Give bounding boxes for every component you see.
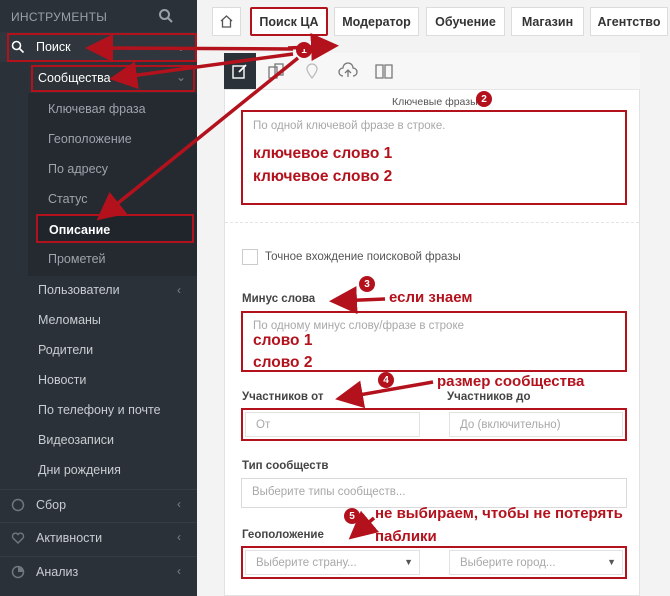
sidebar-item-collect[interactable]: Сбор ‹ — [0, 489, 197, 519]
cloud-upload-icon — [338, 62, 358, 77]
collect-icon — [11, 498, 25, 512]
annotation-number-5: 5 — [344, 508, 360, 524]
annotation-number-3: 3 — [359, 276, 375, 292]
divider — [225, 222, 639, 223]
keyword-line-2: ключевое слово 2 — [253, 168, 393, 185]
keywords-placeholder: По одной ключевой фразе в строке. — [253, 120, 446, 132]
search-icon[interactable] — [158, 8, 174, 24]
sidebar-item-description[interactable]: Описание — [36, 214, 194, 243]
country-placeholder: Выберите страну... — [256, 557, 357, 569]
members-from-label: Участников от — [242, 391, 324, 403]
sidebar-item-news[interactable]: Новости — [38, 373, 86, 387]
chevron-left-icon: ‹ — [177, 283, 181, 297]
copy-button[interactable] — [260, 53, 292, 89]
sidebar-item-videos[interactable]: Видеозаписи — [38, 433, 114, 447]
sidebar-title: ИНСТРУМЕНТЫ — [11, 10, 108, 24]
highlight-box — [7, 33, 197, 62]
sidebar-item-label: Описание — [49, 223, 111, 237]
keyword-line-1: ключевое слово 1 — [253, 145, 393, 162]
country-select[interactable]: Выберите страну... ▼ — [245, 550, 420, 575]
annotation-dont-select-line-1: не выбираем, чтобы не потерять — [375, 505, 623, 522]
sidebar: ИНСТРУМЕНТЫ Поиск ⌄ Сообщества ⌄ Ключева… — [0, 0, 197, 596]
upload-button[interactable] — [332, 53, 364, 89]
sidebar-item-phone-email[interactable]: По телефону и почте — [38, 403, 161, 417]
annotation-number-1: 1 — [296, 42, 312, 58]
tab-shop[interactable]: Магазин — [511, 7, 584, 36]
members-from-input[interactable]: От — [245, 412, 420, 437]
sidebar-item-analysis[interactable]: Анализ ‹ — [0, 556, 197, 586]
chart-icon — [11, 565, 25, 579]
members-to-input[interactable]: До (включительно) — [449, 412, 623, 437]
annotation-if-known: если знаем — [389, 289, 473, 306]
copy-icon — [268, 63, 284, 79]
minus-word-line-2: слово 2 — [253, 354, 313, 371]
members-to-placeholder: До (включительно) — [460, 419, 561, 431]
city-placeholder: Выберите город... — [460, 557, 556, 569]
sidebar-item-keyphrase[interactable]: Ключевая фраза — [48, 102, 146, 116]
sidebar-item-label: Сбор — [36, 498, 67, 512]
highlight-box — [31, 65, 195, 92]
sidebar-item-music[interactable]: Меломаны — [38, 313, 101, 327]
sidebar-item-parents[interactable]: Родители — [38, 343, 93, 357]
community-type-select[interactable]: Выберите типы сообществ... — [241, 478, 627, 508]
tab-moderator[interactable]: Модератор — [334, 7, 419, 36]
chevron-left-icon: ‹ — [177, 564, 181, 578]
caret-down-icon: ▼ — [607, 557, 616, 567]
book-button[interactable] — [368, 53, 400, 89]
sidebar-item-status[interactable]: Статус — [48, 192, 88, 206]
tab-label: Модератор — [342, 14, 411, 29]
exact-match-checkbox[interactable] — [242, 249, 258, 265]
edit-button[interactable] — [224, 53, 256, 89]
community-type-placeholder: Выберите типы сообществ... — [252, 486, 406, 498]
minus-word-line-1: слово 1 — [253, 332, 313, 349]
annotation-number-4: 4 — [378, 372, 394, 388]
exact-match-label: Точное вхождение поисковой фразы — [265, 251, 461, 263]
sidebar-item-birthdays[interactable]: Дни рождения — [38, 463, 121, 477]
members-from-placeholder: От — [256, 419, 271, 431]
edit-icon — [232, 64, 247, 79]
community-type-label: Тип сообществ — [242, 460, 329, 472]
sidebar-item-label: Анализ — [36, 565, 79, 579]
annotation-community-size: размер сообщества — [437, 373, 585, 390]
sidebar-item-activity[interactable]: Активности ‹ — [0, 522, 197, 552]
annotation-dont-select-line-2: паблики — [375, 528, 437, 545]
tab-label: Магазин — [521, 14, 574, 29]
tab-label: Обучение — [435, 14, 496, 29]
book-icon — [375, 64, 393, 79]
geo-selects-group: Выберите страну... ▼ Выберите город... ▼ — [241, 546, 627, 579]
tab-training[interactable]: Обучение — [426, 7, 505, 36]
minus-words-placeholder: По одному минус слову/фразе в строке — [253, 320, 464, 332]
tab-agency[interactable]: Агентство — [590, 7, 668, 36]
sidebar-item-label: Активности — [36, 531, 103, 545]
members-to-label: Участников до — [447, 391, 531, 403]
panel-toolbar — [224, 53, 640, 90]
city-select[interactable]: Выберите город... ▼ — [449, 550, 623, 575]
location-button[interactable] — [296, 53, 328, 89]
keywords-textarea[interactable]: По одной ключевой фразе в строке. ключев… — [241, 110, 627, 205]
keywords-label: Ключевые фразы — [392, 96, 478, 108]
tab-label: Поиск ЦА — [259, 14, 319, 29]
sidebar-item-users[interactable]: Пользователи — [38, 283, 120, 297]
caret-down-icon: ▼ — [404, 557, 413, 567]
members-range-group: От До (включительно) — [241, 408, 627, 441]
tab-label: Агентство — [597, 14, 661, 29]
geo-label: Геоположение — [242, 529, 324, 541]
location-pin-icon — [306, 63, 318, 80]
minus-words-textarea[interactable]: По одному минус слову/фразе в строке сло… — [241, 311, 627, 372]
annotation-number-2: 2 — [476, 91, 492, 107]
sidebar-item-address[interactable]: По адресу — [48, 162, 108, 176]
chevron-left-icon: ‹ — [177, 530, 181, 544]
home-button[interactable] — [212, 7, 241, 36]
chevron-left-icon: ‹ — [177, 497, 181, 511]
minus-words-label: Минус слова — [242, 293, 316, 305]
tab-search-audience[interactable]: Поиск ЦА — [250, 7, 328, 36]
sidebar-header: ИНСТРУМЕНТЫ — [0, 0, 197, 32]
heart-icon — [11, 532, 25, 544]
sidebar-item-geo[interactable]: Геоположение — [48, 132, 132, 146]
home-icon — [220, 15, 233, 28]
sidebar-item-prometheus[interactable]: Прометей — [48, 252, 106, 266]
